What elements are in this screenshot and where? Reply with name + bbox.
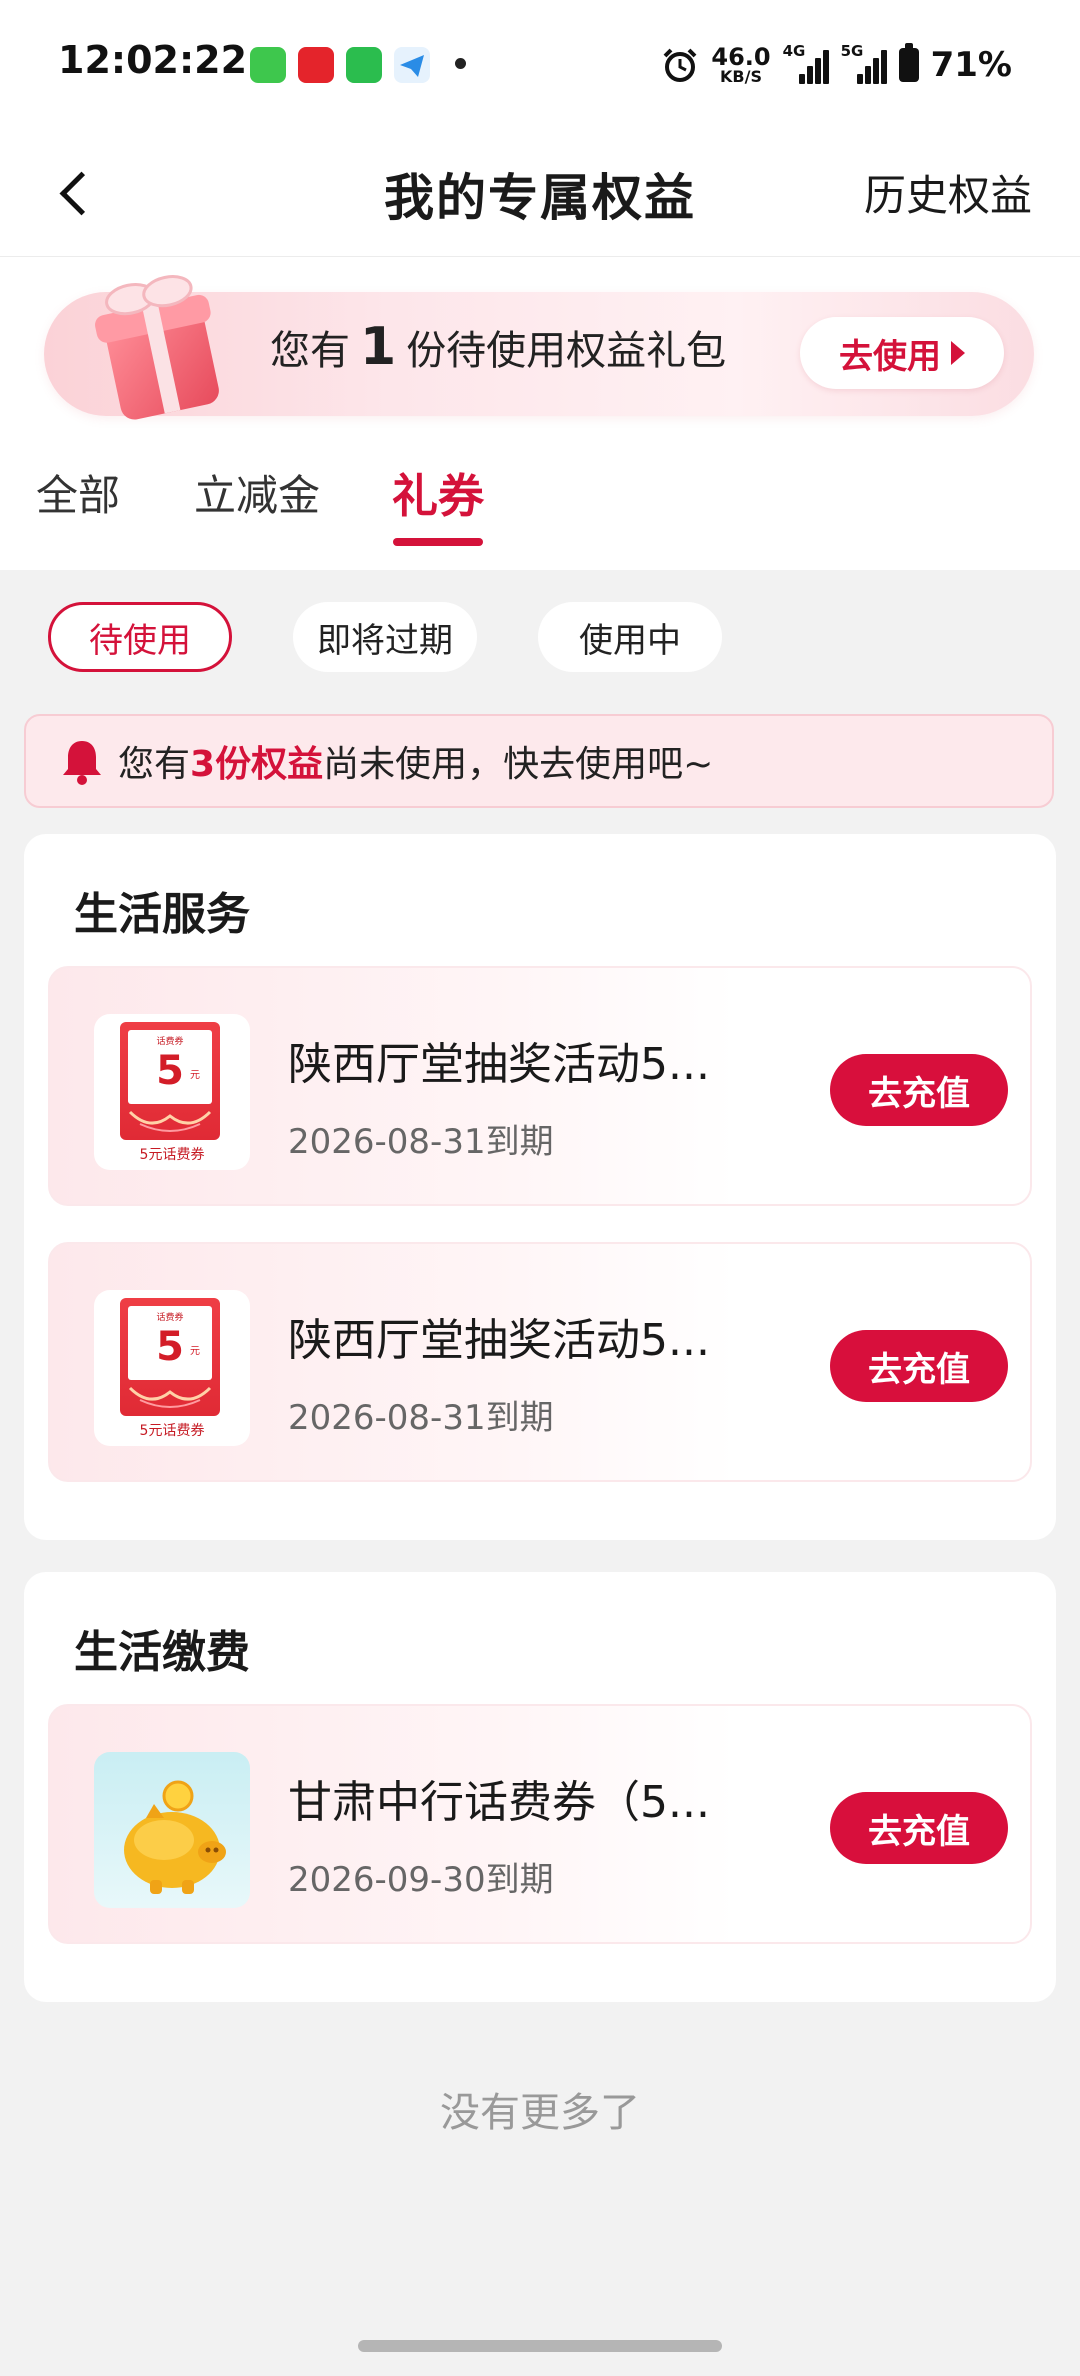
pending-package-count: 1 [360,317,397,377]
coupon-expiry: 2026-08-31到期 [288,1398,554,1438]
bell-icon [63,741,101,785]
filter-in-use[interactable]: 使用中 [538,602,722,672]
coupon-item[interactable]: 话费券 5 元 5元话费券 陕西厅堂抽奖活动5... 2026-08-31到期 … [48,1242,1032,1482]
coupon-title: 陕西厅堂抽奖活动5... [288,1039,710,1090]
signal-4g-icon: 4G [783,42,829,84]
notice-text: 您有3份权益尚未使用，快去使用吧~ [118,744,714,785]
benefit-tabs: 全部 立减金 礼券 [0,462,1080,570]
section-title: 生活缴费 [74,1627,250,1678]
recharge-button[interactable]: 去充值 [830,1054,1008,1126]
filter-pending[interactable]: 待使用 [48,602,232,672]
phone-credit-voucher-icon: 话费券 5 元 5元话费券 [94,1014,250,1170]
status-time: 12:02:22 [58,38,248,82]
no-more-text: 没有更多了 [440,2090,640,2136]
coupon-expiry: 2026-08-31到期 [288,1122,554,1162]
status-bar: 12:02:22 46.0 KB/S 4G 5G 71% [0,0,1080,128]
battery-icon [898,43,919,82]
coupon-title: 甘肃中行话费券（5... [288,1777,710,1828]
alarm-icon [663,48,697,82]
phone-credit-voucher-icon: 话费券 5 元 5元话费券 [94,1290,250,1446]
banner-text: 您有 1 份待使用权益礼包 [270,317,727,377]
gift-box-icon [95,275,219,420]
coupon-title: 陕西厅堂抽奖活动5... [288,1315,710,1366]
wechat-app-icon [346,47,382,83]
recharge-button[interactable]: 去充值 [830,1330,1008,1402]
more-notifications-dot [455,58,466,69]
active-tab-indicator [393,538,483,546]
tab-instant-discount[interactable]: 立减金 [194,462,320,523]
battery-percent: 71% [930,45,1012,85]
tab-coupons[interactable]: 礼券 [392,460,484,526]
network-speed: 46.0 KB/S [711,43,771,86]
go-use-button[interactable]: 去使用 [800,317,1004,389]
coupon-item[interactable]: 话费券 5 元 5元话费券 陕西厅堂抽奖活动5... 2026-08-31到期 … [48,966,1032,1206]
nav-header: 我的专属权益 历史权益 [0,128,1080,257]
unused-benefits-notice: 您有3份权益尚未使用，快去使用吧~ [24,714,1054,808]
coupon-item[interactable]: 甘肃中行话费券（5... 2026-09-30到期 去充值 [48,1704,1032,1944]
section-card-life-services: 生活服务 话费券 5 元 5元话费券 陕西厅堂抽奖活动5... 2026-08-… [24,834,1056,1540]
history-benefits-link[interactable]: 历史权益 [864,162,1032,223]
notes-app-icon [298,47,334,83]
tab-all[interactable]: 全部 [36,462,120,523]
telegram-app-icon [394,47,430,83]
filter-expiring-soon[interactable]: 即将过期 [293,602,477,672]
home-indicator[interactable] [358,2340,722,2352]
arrow-right-icon [951,341,965,365]
signal-5g-icon: 5G [841,42,887,84]
piggy-bank-icon [94,1752,250,1908]
section-title: 生活服务 [74,889,250,940]
status-filters: 待使用 即将过期 使用中 [0,600,1080,680]
coupon-expiry: 2026-09-30到期 [288,1860,554,1900]
messages-app-icon [250,47,286,83]
section-card-bill-payment: 生活缴费 甘肃中行话费券（5... 2026-09-30到期 去充值 [24,1572,1056,2002]
recharge-button[interactable]: 去充值 [830,1792,1008,1864]
status-indicators: 46.0 KB/S 4G 5G 71% [661,40,1012,90]
